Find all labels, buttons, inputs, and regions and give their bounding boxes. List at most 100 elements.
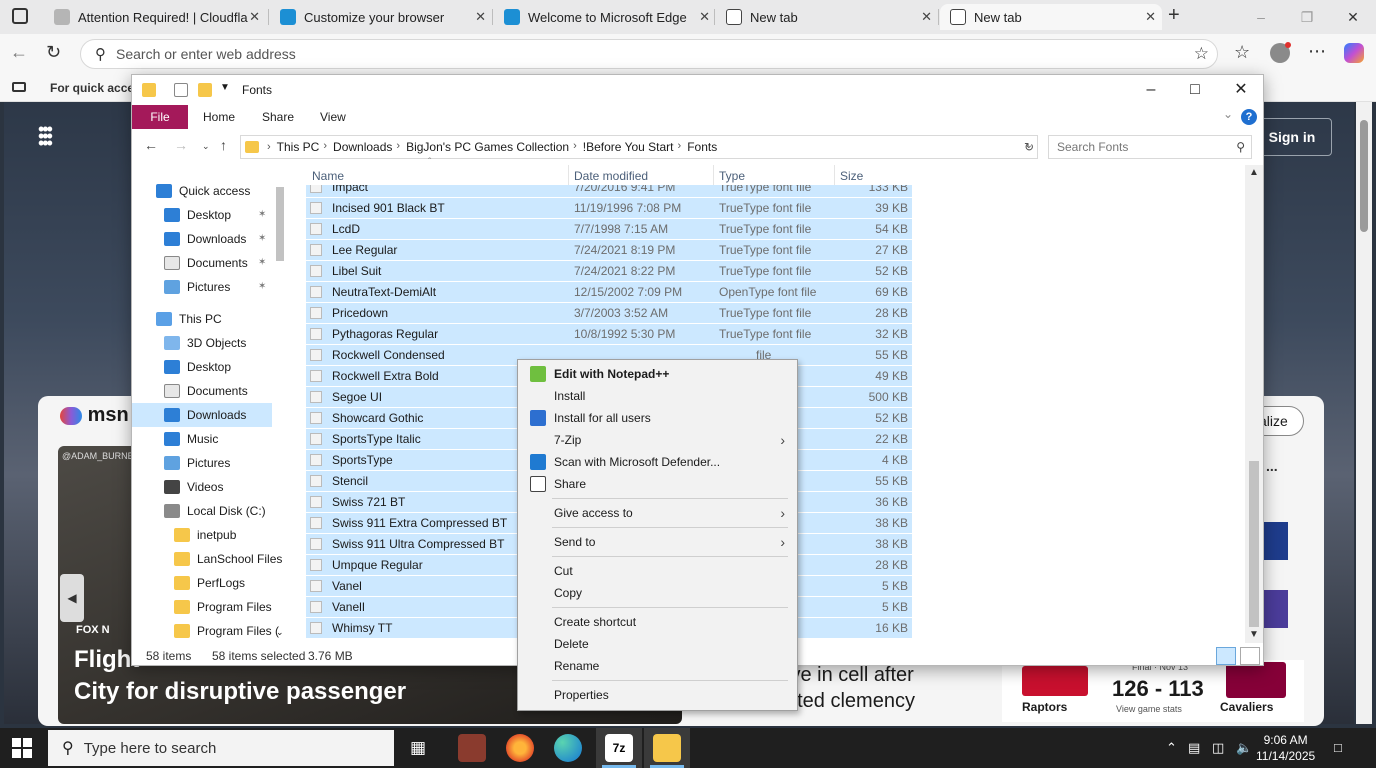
- side-thumbnail-1[interactable]: [1262, 522, 1288, 560]
- nav-item[interactable]: Documents: [164, 379, 248, 403]
- edge-icon[interactable]: [554, 734, 582, 762]
- search-fonts-input[interactable]: Search Fonts ⚲: [1048, 135, 1252, 159]
- start-button[interactable]: [12, 738, 32, 758]
- side-thumbnail-2[interactable]: [1262, 590, 1288, 628]
- table-row[interactable]: Incised 901 Black BT 11/19/1996 7:08 PM Tr…: [306, 198, 912, 218]
- forward-arrow-icon[interactable]: →: [174, 137, 188, 153]
- back-button[interactable]: ←: [10, 42, 28, 63]
- nav-item[interactable]: Videos: [164, 475, 223, 499]
- column-name[interactable]: Name: [312, 169, 344, 183]
- help-icon[interactable]: ?: [1241, 109, 1257, 125]
- breadcrumb-separator-icon[interactable]: ›: [573, 140, 577, 154]
- column-date-modified[interactable]: Date modified: [574, 169, 648, 183]
- table-row[interactable]: LcdD 7/7/1998 7:15 AM TrueType font file 54…: [306, 219, 912, 239]
- carousel-prev-button[interactable]: ◀: [60, 574, 84, 622]
- breadcrumb-separator-icon[interactable]: ›: [323, 140, 327, 154]
- tab-actions-icon[interactable]: [12, 8, 28, 24]
- nav-scroll-thumb[interactable]: [276, 187, 284, 261]
- scroll-down-icon[interactable]: ⌄: [276, 627, 284, 638]
- meet-now-icon[interactable]: ▤: [1188, 740, 1200, 756]
- menu-item[interactable]: Delete: [520, 633, 795, 655]
- table-row[interactable]: Lee Regular 7/24/2021 8:19 PM TrueType fon…: [306, 240, 912, 260]
- nav-item[interactable]: Program Files: [174, 595, 272, 619]
- minimize-button[interactable]: –: [1238, 0, 1284, 34]
- table-row[interactable]: Pricedown 3/7/2003 3:52 AM TrueType font f…: [306, 303, 912, 323]
- tab-close-icon[interactable]: ✕: [1145, 9, 1156, 25]
- breadcrumb-separator-icon[interactable]: ›: [678, 140, 682, 154]
- breadcrumb-item[interactable]: Downloads: [333, 140, 392, 154]
- table-row[interactable]: Libel Suit 7/24/2021 8:22 PM TrueType font…: [306, 261, 912, 281]
- nav-item[interactable]: Program Files (: [174, 619, 279, 643]
- refresh-button[interactable]: ↻: [46, 42, 61, 63]
- new-tab-button[interactable]: +: [1168, 4, 1180, 27]
- explorer-close-button[interactable]: ✕: [1218, 75, 1264, 105]
- new-folder-icon[interactable]: [198, 83, 212, 97]
- taskbar-search-input[interactable]: ⚲ Type here to search: [48, 730, 394, 766]
- notifications-icon[interactable]: □: [1334, 740, 1342, 755]
- nav-item[interactable]: Quick access: [156, 179, 250, 203]
- file-list-scrollbar[interactable]: ▲ ▼: [1245, 165, 1263, 643]
- table-row[interactable]: Pythagoras Regular 10/8/1992 5:30 PM TrueT…: [306, 324, 912, 344]
- breadcrumb-item[interactable]: Fonts: [687, 140, 717, 154]
- network-icon[interactable]: ◫: [1212, 740, 1224, 756]
- file-list-scroll-thumb[interactable]: [1249, 461, 1259, 627]
- details-view-button[interactable]: [1216, 647, 1236, 665]
- more-options-icon[interactable]: ...: [1266, 458, 1278, 474]
- tab-close-icon[interactable]: ✕: [475, 9, 486, 25]
- menu-item[interactable]: Scan with Microsoft Defender...: [520, 451, 795, 473]
- nav-item[interactable]: Downloads: [132, 403, 272, 427]
- nav-item[interactable]: Pictures: [164, 275, 230, 299]
- table-row[interactable]: NeutraText-DemiAlt 12/15/2002 7:09 PM Open…: [306, 282, 912, 302]
- column-type[interactable]: Type: [719, 169, 745, 183]
- browser-tab[interactable]: New tab ✕: [716, 4, 938, 30]
- score-card[interactable]: Final · Nov 13 126 - 113 View game stats…: [1002, 660, 1304, 722]
- breadcrumb-item[interactable]: BigJon's PC Games Collection: [406, 140, 569, 154]
- browser-tab[interactable]: Customize your browser ✕: [270, 4, 492, 30]
- page-scroll-thumb[interactable]: [1360, 120, 1368, 232]
- nav-item[interactable]: Local Disk (C:): [164, 499, 266, 523]
- browser-tab[interactable]: Welcome to Microsoft Edge ✕: [494, 4, 716, 30]
- tab-close-icon[interactable]: ✕: [921, 9, 932, 25]
- tab-close-icon[interactable]: ✕: [249, 9, 260, 25]
- table-row[interactable]: Impact 7/20/2016 9:41 PM TrueType font fil…: [306, 185, 912, 197]
- breadcrumb-item[interactable]: This PC: [277, 140, 320, 154]
- menu-item[interactable]: Send to ›: [520, 531, 795, 553]
- nav-item[interactable]: Documents: [164, 251, 248, 275]
- tab-close-icon[interactable]: ✕: [699, 9, 710, 25]
- breadcrumb-item[interactable]: !Before You Start: [583, 140, 674, 154]
- nav-item[interactable]: Music: [164, 427, 218, 451]
- nav-item[interactable]: LanSchool Files: [174, 547, 282, 571]
- menu-item[interactable]: Install: [520, 385, 795, 407]
- pin-icon[interactable]: ✶: [258, 209, 266, 220]
- tab-home[interactable]: Home: [203, 105, 235, 129]
- recent-locations-icon[interactable]: ⌄: [202, 141, 210, 152]
- game-stats-link[interactable]: View game stats: [1116, 704, 1182, 714]
- menu-item[interactable]: Copy: [520, 582, 795, 604]
- volume-icon[interactable]: 🔈: [1236, 740, 1252, 756]
- nav-item[interactable]: PerfLogs: [174, 571, 245, 595]
- nav-item[interactable]: Pictures: [164, 451, 230, 475]
- menu-item[interactable]: 7-Zip ›: [520, 429, 795, 451]
- scroll-up-icon[interactable]: ▲: [1249, 167, 1259, 178]
- copilot-icon[interactable]: [1344, 43, 1364, 63]
- pin-icon[interactable]: ✶: [258, 281, 266, 292]
- news-headline-2[interactable]: ive in cell after nted clemency: [786, 662, 915, 714]
- qat-dropdown-icon[interactable]: ▼: [220, 82, 230, 93]
- refresh-icon[interactable]: ↻: [1020, 135, 1038, 159]
- nav-item[interactable]: Desktop: [164, 355, 231, 379]
- properties-check-icon[interactable]: [174, 83, 188, 97]
- menu-item[interactable]: Cut: [520, 560, 795, 582]
- menu-item[interactable]: Give access to ›: [520, 502, 795, 524]
- nav-item[interactable]: 3D Objects: [164, 331, 246, 355]
- breadcrumb[interactable]: › This PC › Downloads › BigJon's PC Games Co…: [240, 135, 1038, 159]
- up-arrow-icon[interactable]: ↑: [220, 137, 227, 153]
- pin-icon[interactable]: ✶: [258, 257, 266, 268]
- expand-ribbon-icon[interactable]: ⌄: [1223, 107, 1233, 121]
- favorite-star-icon[interactable]: ☆: [1194, 44, 1209, 64]
- tab-view[interactable]: View: [320, 105, 346, 129]
- page-scrollbar[interactable]: [1356, 102, 1372, 724]
- menu-item[interactable]: Rename: [520, 655, 795, 677]
- menu-item[interactable]: Create shortcut: [520, 611, 795, 633]
- close-window-button[interactable]: ✕: [1330, 0, 1376, 34]
- nav-item[interactable]: Downloads: [164, 227, 246, 251]
